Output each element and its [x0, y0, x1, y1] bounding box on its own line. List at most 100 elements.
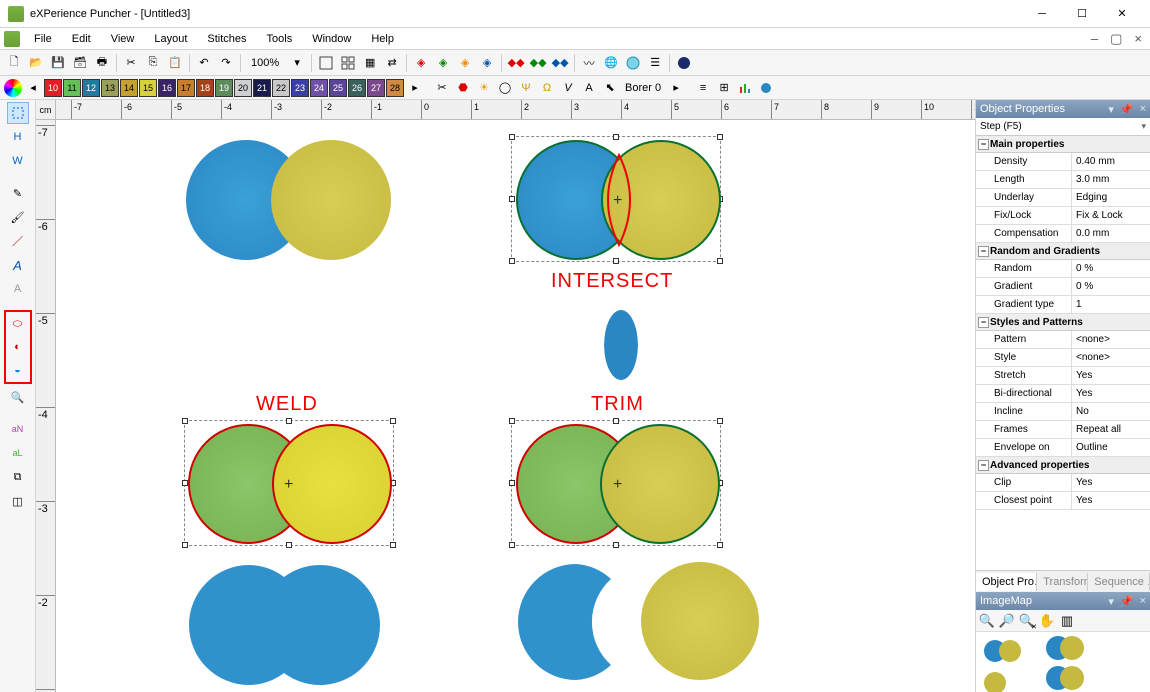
misc2-tool-icon[interactable]: ◫	[7, 490, 29, 512]
redo-icon[interactable]: ↷	[216, 53, 236, 73]
sun-icon[interactable]: ☀	[474, 78, 494, 98]
prop-pattern-value[interactable]: <none>	[1071, 331, 1150, 348]
prop-fixlock-value[interactable]: Fix & Lock	[1071, 207, 1150, 224]
color-swatch-17[interactable]: 17	[177, 79, 195, 97]
print-icon[interactable]: 🖶	[92, 53, 112, 73]
tab-sequence[interactable]: Sequence …	[1088, 573, 1150, 591]
borer-value[interactable]: Borer 0	[621, 82, 665, 94]
edit-tool-icon[interactable]: ✎	[7, 182, 29, 204]
color-swatch-25[interactable]: 25	[329, 79, 347, 97]
color-next-icon[interactable]: ▸	[405, 78, 425, 98]
intersect-tool-icon[interactable]: ◐	[7, 336, 29, 358]
select-mode-icon[interactable]	[316, 53, 336, 73]
color-swatch-15[interactable]: 15	[139, 79, 157, 97]
menu-window[interactable]: Window	[302, 31, 361, 47]
section-adv[interactable]: Advanced properties	[976, 457, 1150, 474]
app-menu-icon[interactable]	[4, 31, 20, 47]
prop-clip-value[interactable]: Yes	[1071, 474, 1150, 491]
prop-comp-value[interactable]: 0.0 mm	[1071, 225, 1150, 242]
menu-view[interactable]: View	[101, 31, 145, 47]
mdi-restore-button[interactable]: ▢	[1106, 31, 1126, 47]
a-icon[interactable]: A	[579, 78, 599, 98]
diamond-orange-icon[interactable]: ◈	[455, 53, 475, 73]
color-swatch-11[interactable]: 11	[63, 79, 81, 97]
stop-icon[interactable]: ⬣	[453, 78, 473, 98]
grid2-icon[interactable]: ▦	[360, 53, 380, 73]
prop-underlay-value[interactable]: Edging	[1071, 189, 1150, 206]
prop-bidir-value[interactable]: Yes	[1071, 385, 1150, 402]
colorfill-tool-icon[interactable]: 🖌	[7, 206, 29, 228]
color-swatch-21[interactable]: 21	[253, 79, 271, 97]
imagemap-body[interactable]	[976, 632, 1150, 692]
weld-tool-icon[interactable]: ⬭	[7, 313, 29, 335]
zoom-value[interactable]: 100%	[245, 57, 285, 69]
color-swatch-20[interactable]: 20	[234, 79, 252, 97]
v-icon[interactable]: V	[558, 78, 578, 98]
prop-length-value[interactable]: 3.0 mm	[1071, 171, 1150, 188]
prop-type-select[interactable]: Step (F5)	[976, 118, 1150, 136]
color-swatch-16[interactable]: 16	[158, 79, 176, 97]
an-tool-icon[interactable]: aN	[7, 418, 29, 440]
diamond-green-icon[interactable]: ◈	[433, 53, 453, 73]
color-swatch-18[interactable]: 18	[196, 79, 214, 97]
curve-icon[interactable]: 〰	[579, 53, 599, 73]
im-zoomfit-icon[interactable]: 🔍✕	[1018, 612, 1036, 630]
tab-transform[interactable]: Transform	[1037, 573, 1088, 591]
im-close-icon[interactable]: ×	[1140, 595, 1146, 608]
prop-style-value[interactable]: <none>	[1071, 349, 1150, 366]
w-tool-icon[interactable]: W	[7, 150, 29, 172]
section-styles[interactable]: Styles and Patterns	[976, 314, 1150, 331]
menu-edit[interactable]: Edit	[62, 31, 101, 47]
prop-frames-value[interactable]: Repeat all	[1071, 421, 1150, 438]
trim-tool-icon[interactable]: ◒	[7, 359, 29, 381]
minimize-button[interactable]: ─	[1022, 0, 1062, 28]
prop-envelope-value[interactable]: Outline	[1071, 439, 1150, 456]
squares-icon[interactable]: ⊞	[714, 78, 734, 98]
open-icon[interactable]: 📂	[26, 53, 46, 73]
color-prev-icon[interactable]: ◂	[23, 78, 43, 98]
color-swatch-10[interactable]: 10	[44, 79, 62, 97]
color-swatch-19[interactable]: 19	[215, 79, 233, 97]
color-swatch-22[interactable]: 22	[272, 79, 290, 97]
line-tool-icon[interactable]: ／	[7, 230, 29, 252]
section-main[interactable]: Main properties	[976, 136, 1150, 153]
tab-object-properties[interactable]: Object Pro…	[976, 573, 1037, 591]
chart-icon[interactable]	[735, 78, 755, 98]
prop-density-value[interactable]: 0.40 mm	[1071, 153, 1150, 170]
zoom-dropdown-icon[interactable]: ▾	[287, 53, 307, 73]
save-icon[interactable]: 💾	[48, 53, 68, 73]
mdi-minimize-button[interactable]: –	[1087, 31, 1102, 47]
cursor-s-icon[interactable]: ⬉	[600, 78, 620, 98]
canvas[interactable]: + INTERSECT WELD + TRIM	[56, 120, 975, 692]
menu-file[interactable]: File	[24, 31, 62, 47]
grid-mode-icon[interactable]	[338, 53, 358, 73]
circle-blue-icon[interactable]	[756, 78, 776, 98]
color-swatch-24[interactable]: 24	[310, 79, 328, 97]
panel-close-icon[interactable]: ×	[1140, 103, 1146, 116]
all-save-icon[interactable]: 🗃	[70, 53, 90, 73]
prop-incline-value[interactable]: No	[1071, 403, 1150, 420]
menu-help[interactable]: Help	[361, 31, 404, 47]
prop-random-value[interactable]: 0 %	[1071, 260, 1150, 277]
color-swatch-26[interactable]: 26	[348, 79, 366, 97]
color-wheel-icon[interactable]	[4, 79, 22, 97]
h-tool-icon[interactable]: H	[7, 126, 29, 148]
diamond-blue-icon[interactable]: ◈	[477, 53, 497, 73]
world-icon[interactable]: 🌐	[601, 53, 621, 73]
text-tool-icon[interactable]: A	[7, 254, 29, 276]
color-swatch-14[interactable]: 14	[120, 79, 138, 97]
dark-circle-icon[interactable]	[674, 53, 694, 73]
color-swatch-23[interactable]: 23	[291, 79, 309, 97]
diamond-red-icon[interactable]: ◈	[411, 53, 431, 73]
color-swatch-28[interactable]: 28	[386, 79, 404, 97]
link-icon[interactable]: ⇄	[382, 53, 402, 73]
maximize-button[interactable]: ☐	[1062, 0, 1102, 28]
menu-stitches[interactable]: Stitches	[197, 31, 256, 47]
im-zoomin-icon[interactable]: 🔍	[978, 612, 996, 630]
panel-pin-icon[interactable]: ▾	[1108, 103, 1114, 116]
menu-layout[interactable]: Layout	[144, 31, 197, 47]
close-button[interactable]: ✕	[1102, 0, 1142, 28]
two-diamond-blue-icon[interactable]: ◆◆	[550, 53, 570, 73]
prop-gradtype-value[interactable]: 1	[1071, 296, 1150, 313]
color-swatch-12[interactable]: 12	[82, 79, 100, 97]
